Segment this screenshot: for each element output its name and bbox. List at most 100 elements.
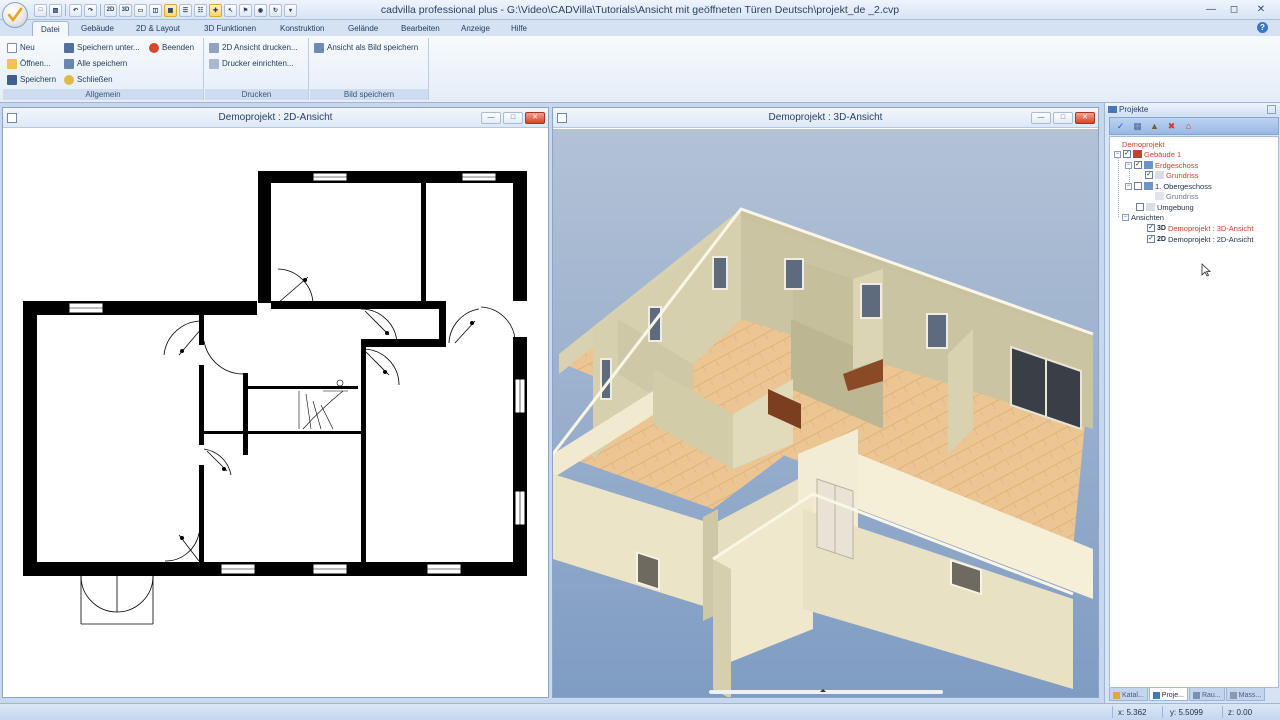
collapse-icon[interactable]: − <box>1114 150 1121 158</box>
maximize-icon[interactable]: ◻ <box>1223 1 1245 17</box>
floorplan-1-visible-checkbox[interactable]: ✓ <box>1145 171 1153 179</box>
projects-panel-header: Projekte <box>1105 103 1280 116</box>
tab-rooms[interactable]: Rau... <box>1188 688 1225 701</box>
3d-house-render[interactable] <box>553 129 1098 697</box>
collapse-icon[interactable]: − <box>1122 213 1129 221</box>
open-button[interactable]: Öffnen... <box>7 57 51 70</box>
floor-icon <box>1144 182 1153 190</box>
close-file-button[interactable]: Schließen <box>64 73 113 86</box>
columns-icon[interactable]: ☰ <box>179 3 192 17</box>
new-button[interactable]: Neu <box>7 41 35 54</box>
check-icon[interactable]: ✓ <box>1114 120 1127 132</box>
select-pointer-icon[interactable]: ↖ <box>224 3 237 17</box>
save-icon[interactable]: ▧ <box>49 3 62 17</box>
tab-dimensions[interactable]: Mass... <box>1225 688 1266 701</box>
tree-node-environment[interactable]: Umgebung <box>1136 202 1194 212</box>
dimensions-icon <box>1229 691 1237 699</box>
view-3d-window[interactable]: Demoprojekt : 3D-Ansicht — □ ✕ <box>552 107 1099 698</box>
tree-node-floorplan-2[interactable]: Grundriss <box>1155 191 1199 201</box>
tree-node-ground-floor[interactable]: − ✓ Erdgeschoss <box>1125 160 1198 170</box>
view-2d-button[interactable]: 2D <box>104 3 117 17</box>
tab-bearbeiten[interactable]: Bearbeiten <box>393 21 448 36</box>
tree-node-views[interactable]: − Ansichten <box>1122 212 1164 222</box>
ground-floor-visible-checkbox[interactable]: ✓ <box>1134 161 1142 169</box>
pin-icon[interactable] <box>1267 105 1276 114</box>
new-file-icon[interactable]: □ <box>34 3 47 17</box>
tree-node-floorplan-1[interactable]: ✓ Grundriss <box>1145 170 1199 180</box>
tab-konstruktion[interactable]: Konstruktion <box>272 21 332 36</box>
printer-setup-label: Drucker einrichten... <box>222 59 294 68</box>
minimize-icon[interactable]: — <box>481 112 501 124</box>
upper-floor-visible-checkbox[interactable] <box>1134 182 1142 190</box>
tab-2d-layout[interactable]: 2D & Layout <box>128 21 188 36</box>
collapse-icon[interactable]: − <box>1125 161 1132 169</box>
tree-node-view-2d[interactable]: ✓ 2D Demoprojekt : 2D-Ansicht <box>1147 234 1253 244</box>
window-system-icon[interactable] <box>7 113 17 123</box>
view-3d-button[interactable]: 3D <box>119 3 132 17</box>
delete-icon[interactable]: ✖ <box>1165 120 1178 132</box>
minimize-icon[interactable]: — <box>1031 112 1051 124</box>
floor-plan-canvas[interactable] <box>3 129 548 697</box>
house-icon[interactable]: ⌂ <box>1182 120 1195 132</box>
print-2d-button[interactable]: 2D Ansicht drucken... <box>209 41 298 54</box>
save-as-button[interactable]: Speichern unter... <box>64 41 140 54</box>
undo-icon[interactable]: ↶ <box>69 3 82 17</box>
save-label: Speichern <box>20 75 57 84</box>
floorplan-2-label: Grundriss <box>1166 191 1199 201</box>
save-all-button[interactable]: Alle speichern <box>64 57 127 70</box>
collapse-icon[interactable]: − <box>1125 182 1132 190</box>
tab-anzeige[interactable]: Anzeige <box>453 21 498 36</box>
tab-3d-funktionen[interactable]: 3D Funktionen <box>196 21 264 36</box>
split-window-icon[interactable]: ◫ <box>149 3 162 17</box>
close-icon[interactable]: ✕ <box>1246 1 1276 17</box>
view-2d-title: Demoprojekt : 2D-Ansicht <box>218 112 333 123</box>
close-icon[interactable]: ✕ <box>525 112 545 124</box>
floorplan-icon <box>1155 192 1164 200</box>
exit-button[interactable]: Beenden <box>149 41 194 54</box>
save-button[interactable]: Speichern <box>7 73 56 86</box>
tree-node-project[interactable]: Demoprojekt <box>1122 139 1165 149</box>
single-window-icon[interactable]: ▭ <box>134 3 147 17</box>
tab-gebaeude[interactable]: Gebäude <box>73 21 122 36</box>
print-2d-label: 2D Ansicht drucken... <box>222 43 298 52</box>
view-2d-window[interactable]: Demoprojekt : 2D-Ansicht — □ ✕ <box>2 107 549 698</box>
projects-panel: Projekte ✓ ▦ ▲ ✖ ⌂ Demoprojekt − ✓ Gebäu… <box>1104 103 1280 703</box>
status-bar: x: 5.362 y: 5.5099 z: 0.00 <box>0 703 1280 720</box>
save-image-button[interactable]: Ansicht als Bild speichern <box>314 41 418 54</box>
tab-projects[interactable]: Proje... <box>1148 688 1188 701</box>
restore-icon[interactable]: □ <box>1053 112 1073 124</box>
rows-icon[interactable]: ☷ <box>194 3 207 17</box>
help-icon[interactable]: ? <box>1257 22 1268 33</box>
add-building-icon[interactable]: ▲ <box>1148 120 1161 132</box>
view-3d-checkbox[interactable]: ✓ <box>1147 224 1155 232</box>
view-2d-checkbox[interactable]: ✓ <box>1147 235 1155 243</box>
application-menu-button[interactable] <box>2 2 28 28</box>
restore-icon[interactable]: □ <box>503 112 523 124</box>
ribbon-tab-bar: Datei Gebäude 2D & Layout 3D Funktionen … <box>0 20 1280 36</box>
window-system-icon[interactable] <box>557 113 567 123</box>
flag-icon[interactable]: ⚑ <box>239 3 252 17</box>
tree-node-view-3d[interactable]: ✓ 3D Demoprojekt : 3D-Ansicht <box>1147 223 1253 233</box>
tree-node-upper-floor[interactable]: − 1. Obergeschoss <box>1125 181 1212 191</box>
building-visible-checkbox[interactable]: ✓ <box>1123 150 1131 158</box>
tab-catalog[interactable]: Katal... <box>1109 688 1148 701</box>
rotate-icon[interactable]: ↻ <box>269 3 282 17</box>
tab-hilfe[interactable]: Hilfe <box>503 21 535 36</box>
3d-viewport[interactable] <box>553 129 1098 697</box>
tab-gelaende[interactable]: Gelände <box>340 21 386 36</box>
floorplan-icon <box>1155 171 1164 179</box>
measure-tool-icon[interactable]: ✚ <box>209 3 222 17</box>
tree-node-building[interactable]: − ✓ Gebäude 1 <box>1114 149 1181 159</box>
environment-visible-checkbox[interactable] <box>1136 203 1144 211</box>
floor-plan-drawing[interactable] <box>3 129 548 697</box>
properties-icon[interactable]: ▦ <box>1131 120 1144 132</box>
customize-dropdown-icon[interactable]: ▾ <box>284 3 297 17</box>
printer-setup-button[interactable]: Drucker einrichten... <box>209 57 294 70</box>
view-3d-controls: — □ ✕ <box>1031 112 1095 124</box>
redo-icon[interactable]: ↷ <box>84 3 97 17</box>
tab-datei[interactable]: Datei <box>32 21 69 36</box>
minimize-icon[interactable]: — <box>1200 1 1222 17</box>
grid-snap-icon[interactable]: ▦ <box>164 3 177 17</box>
close-icon[interactable]: ✕ <box>1075 112 1095 124</box>
camera-icon[interactable]: ◉ <box>254 3 267 17</box>
